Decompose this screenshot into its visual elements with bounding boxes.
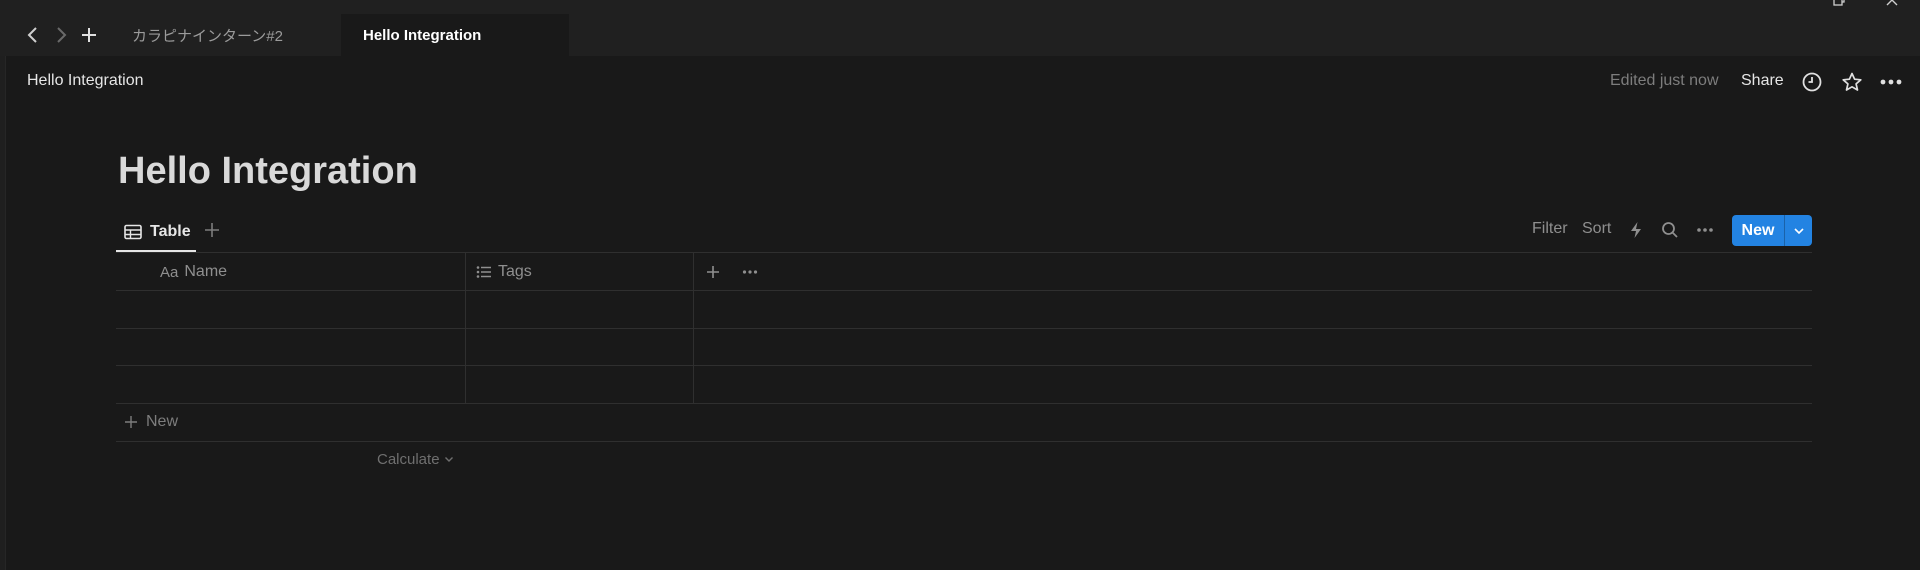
more-icon (1697, 228, 1713, 232)
column-header-tags[interactable]: Tags (476, 262, 532, 282)
calculate-label: Calculate (377, 451, 440, 468)
column-options-button[interactable] (738, 260, 762, 284)
more-options-button[interactable] (1877, 68, 1905, 96)
tab-karapina-intern[interactable]: カラピナインターン#2 (110, 14, 340, 56)
column-header-name[interactable]: Aa Name (160, 262, 227, 282)
edited-status: Edited just now (1610, 72, 1719, 89)
search-icon (1662, 222, 1678, 238)
sort-button[interactable]: Sort (1582, 220, 1611, 238)
automations-button[interactable] (1624, 218, 1648, 242)
filter-button[interactable]: Filter (1532, 220, 1568, 238)
new-record-button[interactable]: New (1732, 215, 1784, 246)
forward-button[interactable] (46, 18, 76, 52)
page-topbar: Hello Integration Edited just now Share (0, 56, 1920, 106)
column-label: Name (184, 263, 228, 280)
tab-label: カラピナインターン#2 (132, 27, 283, 45)
view-tab-table[interactable]: Table (118, 214, 197, 250)
plus-icon (82, 28, 96, 42)
view-options-button[interactable] (1693, 218, 1717, 242)
back-button[interactable] (18, 18, 48, 52)
favorite-button[interactable] (1838, 68, 1866, 96)
view-tab-label: Table (150, 223, 191, 240)
tab-strip: カラピナインターン#2 Hello Integration (0, 0, 1920, 56)
table-cell-name[interactable] (116, 329, 465, 366)
lightning-icon (1631, 222, 1641, 238)
column-label: Tags (498, 263, 532, 280)
table-cell-tags[interactable] (466, 329, 693, 366)
table-cell-tags[interactable] (466, 291, 693, 328)
plus-icon (707, 266, 719, 278)
star-icon (1842, 72, 1862, 91)
table-cell-tags[interactable] (466, 366, 693, 403)
page-title[interactable]: Hello Integration (118, 150, 418, 193)
table-top-border (116, 252, 1812, 253)
plus-icon (125, 416, 137, 428)
left-edge (0, 56, 6, 570)
add-row-button[interactable]: New (124, 413, 178, 431)
clock-icon (1802, 72, 1822, 92)
tab-hello-integration[interactable]: Hello Integration (341, 14, 569, 56)
share-button[interactable]: Share (1741, 72, 1784, 90)
add-column-button[interactable] (701, 260, 725, 284)
more-icon (1880, 79, 1902, 85)
close-window-button[interactable] (1881, 0, 1903, 8)
restore-icon (1833, 0, 1845, 6)
row-divider (116, 403, 1812, 404)
new-record-dropdown[interactable] (1784, 215, 1812, 246)
chevron-left-icon (27, 27, 37, 43)
text-type-icon: Aa (160, 263, 179, 281)
restore-window-button[interactable] (1828, 0, 1850, 8)
table-cell-name[interactable] (116, 291, 465, 328)
tab-label: Hello Integration (363, 26, 482, 44)
new-tab-button[interactable] (74, 18, 104, 52)
chevron-down-icon (444, 457, 453, 462)
plus-icon (205, 223, 219, 237)
add-view-button[interactable] (200, 218, 224, 242)
new-record-button-group: New (1732, 215, 1812, 246)
chevron-right-icon (57, 27, 67, 43)
table-icon (124, 224, 142, 240)
breadcrumb[interactable]: Hello Integration (27, 72, 144, 90)
updates-button[interactable] (1798, 68, 1826, 96)
more-icon (742, 270, 758, 274)
table-bottom-border (116, 441, 1812, 442)
add-row-label: New (146, 413, 179, 430)
calculate-button[interactable]: Calculate (377, 451, 454, 468)
column-divider (693, 253, 694, 403)
search-button[interactable] (1658, 218, 1682, 242)
list-icon (476, 266, 491, 278)
table-cell-name[interactable] (116, 366, 465, 403)
chevron-down-icon (1793, 227, 1804, 234)
close-icon (1886, 0, 1898, 6)
